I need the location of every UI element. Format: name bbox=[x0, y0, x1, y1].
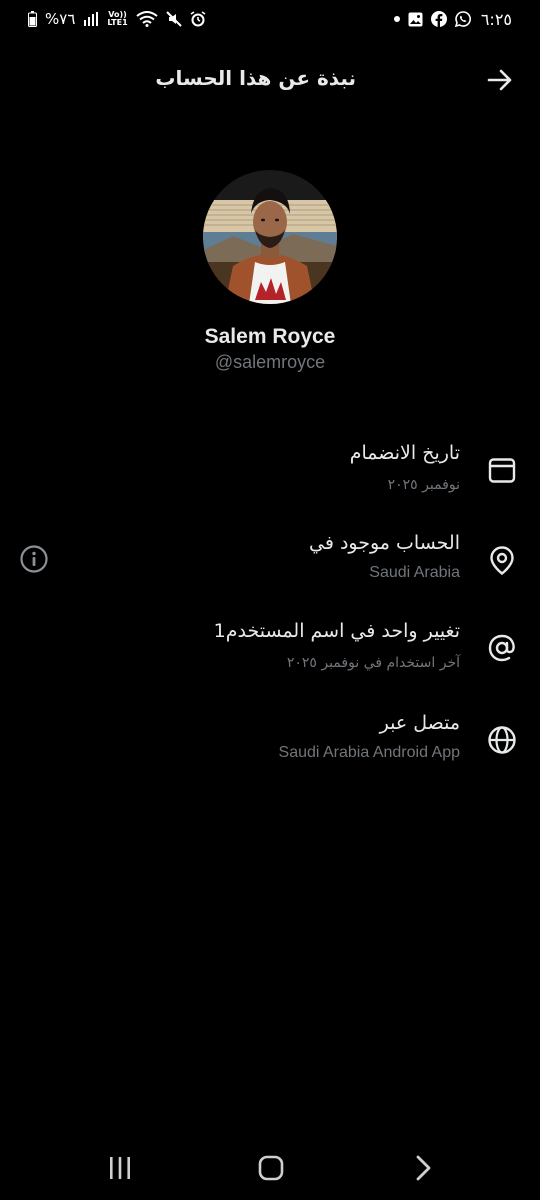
back-button[interactable] bbox=[484, 64, 516, 96]
avatar[interactable] bbox=[203, 170, 337, 304]
row-title: تغيير واحد في اسم المستخدم1 bbox=[213, 620, 460, 642]
header: نبذة عن هذا الحساب bbox=[0, 56, 540, 102]
at-sign-icon bbox=[486, 632, 518, 664]
row-subtitle: Saudi Arabia bbox=[369, 564, 460, 581]
info-row-connected-via: متصل عبر Saudi Arabia Android App bbox=[38, 712, 518, 792]
row-subtitle: آخر استخدام في نوفمبر ٢٠٢٥ bbox=[286, 655, 460, 671]
info-row-username-change: تغيير واحد في اسم المستخدم1 آخر استخدام … bbox=[38, 620, 518, 700]
arrow-right-icon bbox=[487, 69, 512, 91]
clock-time: ٦:٢٥ bbox=[480, 9, 512, 29]
battery-icon bbox=[28, 11, 37, 27]
gallery-icon bbox=[408, 12, 423, 27]
wifi-icon bbox=[136, 11, 158, 27]
recent-apps-icon bbox=[110, 1157, 130, 1179]
network-bottom-label: LTE1 bbox=[107, 18, 128, 27]
battery-percent: %٧٦ bbox=[45, 10, 76, 28]
row-subtitle: Saudi Arabia Android App bbox=[278, 744, 460, 761]
profile-photo bbox=[203, 170, 337, 304]
home-button[interactable] bbox=[251, 1150, 291, 1186]
system-nav-bar bbox=[0, 1136, 540, 1200]
info-row-location: الحساب موجود في Saudi Arabia bbox=[38, 532, 518, 612]
calendar-icon bbox=[486, 454, 518, 486]
home-icon bbox=[258, 1155, 284, 1181]
status-bar-right: ٦:٢٥ bbox=[393, 9, 512, 29]
network-type: Vo)) LTE1 bbox=[107, 11, 127, 27]
row-title: متصل عبر bbox=[379, 712, 460, 734]
status-bar: %٧٦ Vo)) LTE1 ٦:٢٥ bbox=[0, 0, 540, 38]
page-title: نبذة عن هذا الحساب bbox=[155, 66, 356, 90]
info-row-join-date: تاريخ الانضمام نوفمبر ٢٠٢٥ bbox=[38, 442, 518, 522]
status-bar-left: %٧٦ Vo)) LTE1 bbox=[28, 10, 206, 28]
row-title: تاريخ الانضمام bbox=[349, 442, 460, 464]
facebook-icon bbox=[430, 11, 447, 27]
back-nav-button[interactable] bbox=[403, 1150, 443, 1186]
recent-apps-button[interactable] bbox=[100, 1150, 140, 1186]
signal-icon bbox=[83, 12, 99, 26]
location-pin-icon bbox=[486, 544, 518, 576]
profile-name: Salem Royce bbox=[204, 325, 336, 348]
row-subtitle: نوفمبر ٢٠٢٥ bbox=[387, 477, 460, 493]
profile-handle: @salemroyce bbox=[214, 352, 326, 372]
notification-dot-icon bbox=[393, 16, 400, 22]
chevron-right-icon bbox=[416, 1155, 431, 1181]
globe-icon bbox=[486, 724, 518, 756]
mute-icon bbox=[165, 11, 182, 27]
alarm-icon bbox=[190, 11, 206, 27]
row-title: الحساب موجود في bbox=[309, 532, 460, 554]
whatsapp-icon bbox=[454, 11, 471, 27]
